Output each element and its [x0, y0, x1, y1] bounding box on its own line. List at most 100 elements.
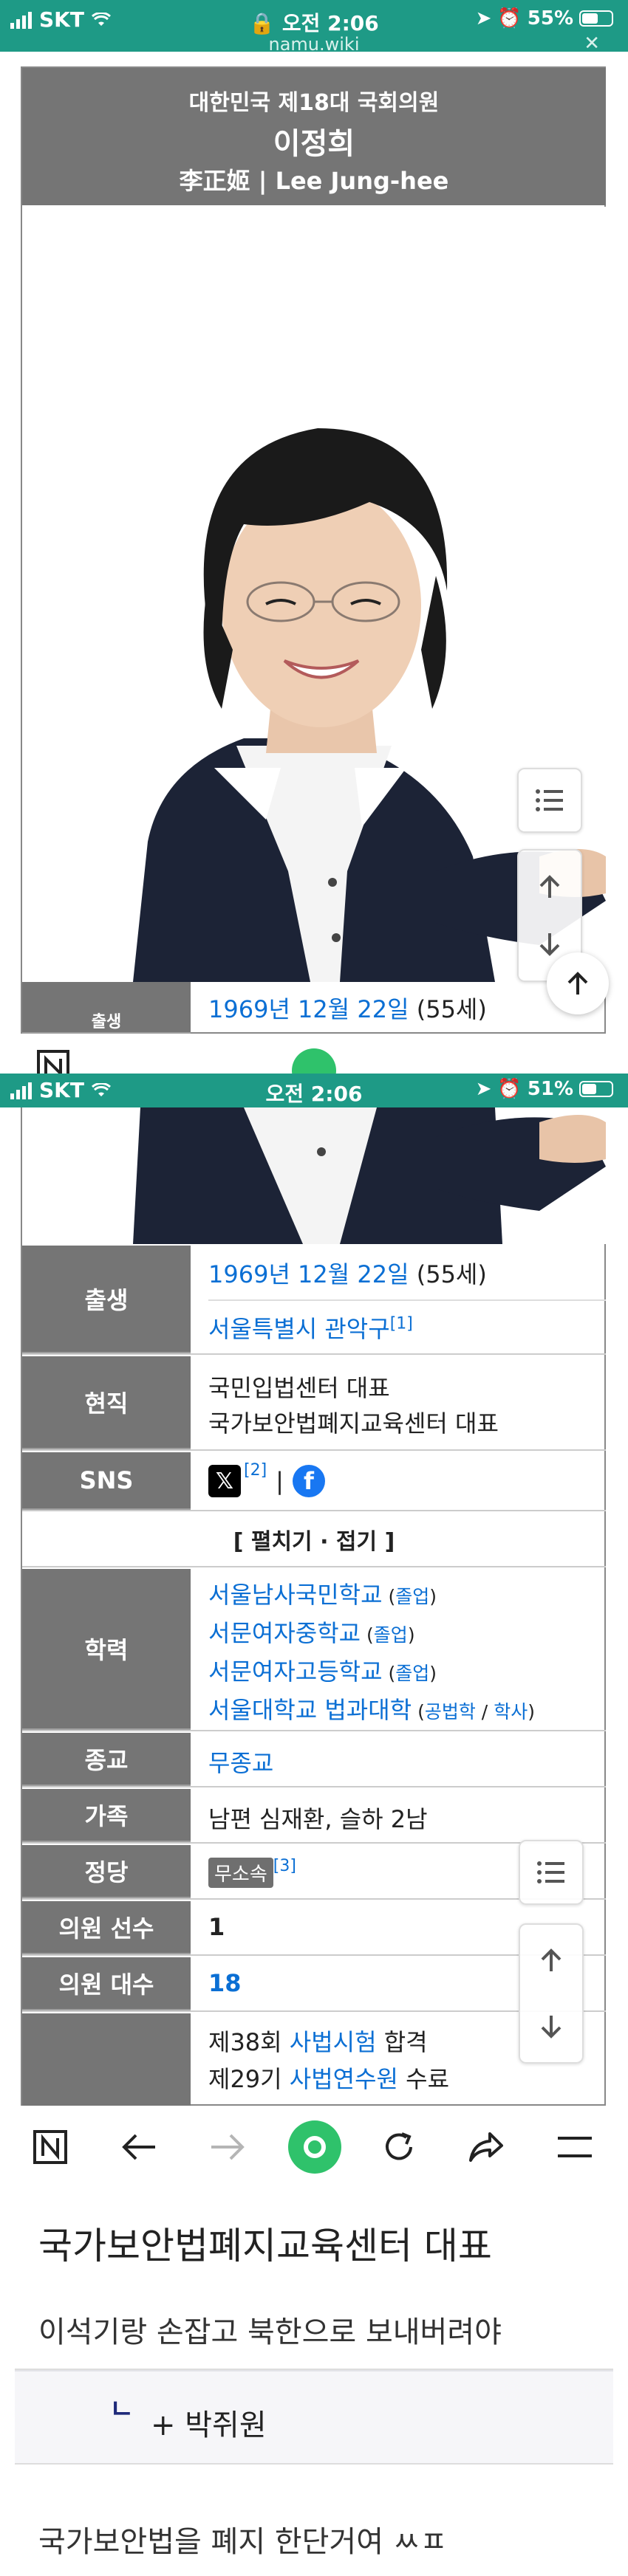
education-item: 서울남사국민학교 (졸업)	[208, 1581, 437, 1609]
status-bar-bottom: SKT 오전 2:06 ➤ ⏰ 51%	[0, 1074, 628, 1107]
reply-arrow-icon: ㄴ	[109, 2394, 134, 2425]
status-bar-top: SKT 🔒 오전 2:06 ➤ ⏰ 55% namu.wiki ✕	[0, 0, 628, 55]
school-link[interactable]: 서문여자중학교	[208, 1619, 361, 1647]
value-current: 국민입법센터 대표 국가보안법폐지교육센터 대표	[208, 1356, 598, 1449]
scroll-buttons-bottom[interactable]	[519, 1923, 584, 2064]
label-assembly: 의원 대수	[22, 1957, 191, 2010]
arrow-down-icon[interactable]	[539, 2014, 564, 2039]
portrait-photo-bottom	[22, 1107, 606, 1244]
label-religion: 종교	[22, 1733, 191, 1786]
lock-icon: 🔒	[249, 11, 276, 35]
reload-button[interactable]	[378, 2126, 420, 2168]
status-right: ➤ ⏰ 55%	[476, 7, 613, 30]
birth-divider	[208, 1299, 606, 1301]
label-terms: 의원 선수	[22, 1901, 191, 1954]
home-button[interactable]	[288, 2120, 341, 2174]
arrow-down-icon[interactable]	[537, 932, 562, 957]
note-link[interactable]: 졸업	[374, 1624, 408, 1646]
close-icon[interactable]: ✕	[584, 32, 600, 55]
x-logo-icon[interactable]: 𝕏	[208, 1465, 241, 1497]
home-n-button[interactable]	[30, 2126, 71, 2168]
label-career	[22, 2013, 191, 2106]
location-icon: ➤	[475, 7, 492, 30]
comment-divider	[15, 2463, 613, 2465]
peek-date-link[interactable]: 1969년 12월 22일	[208, 995, 409, 1023]
education-item: 서문여자고등학교 (졸업)	[208, 1658, 437, 1686]
note-link[interactable]: 학사	[494, 1701, 528, 1723]
toc-icon	[537, 1861, 564, 1883]
infobox-name-alt: 李正姬 | Lee Jung-hee	[179, 167, 449, 195]
footnote-1[interactable]: [1]	[390, 1314, 413, 1333]
label-current: 현직	[22, 1356, 191, 1449]
label-party: 정당	[22, 1845, 191, 1898]
menu-icon	[558, 2137, 592, 2157]
alarm-icon: ⏰	[497, 7, 522, 30]
note-link[interactable]: 졸업	[395, 1663, 429, 1684]
education-item: 서울대학교 법과대학 (공법학 / 학사)	[208, 1696, 535, 1724]
reply-text: + 박쥐원	[151, 2408, 267, 2442]
arrow-up-icon[interactable]	[539, 1948, 564, 1973]
row-sns: SNS 𝕏 [2] | f	[22, 1452, 606, 1511]
comment-text-2: 국가보안법을 폐지 한단거여 ㅆㅍ	[38, 2525, 448, 2559]
assembly-link[interactable]: 18	[208, 1969, 242, 1997]
note-link[interactable]: 졸업	[395, 1586, 429, 1607]
back-button[interactable]	[118, 2126, 160, 2168]
label-birth: 출생	[22, 1246, 191, 1353]
row-current: 현직 국민입법센터 대표 국가보안법폐지교육센터 대표	[22, 1356, 606, 1451]
current-line2: 국가보안법폐지교육센터 대표	[208, 1409, 499, 1438]
religion-value[interactable]: 무종교	[208, 1749, 273, 1777]
toc-button-bottom[interactable]	[519, 1840, 584, 1905]
toc-icon	[536, 789, 563, 811]
toc-button-top[interactable]	[517, 768, 582, 833]
home-n-icon	[37, 1050, 69, 1074]
infobox-header: 대한민국 제18대 국회의원 이정희 李正姬 | Lee Jung-hee	[22, 68, 606, 205]
birth-place-link[interactable]: 서울특별시 관악구	[208, 1315, 390, 1343]
status-right-2: ➤ ⏰ 51%	[476, 1078, 613, 1100]
career-link[interactable]: 사법시험	[290, 2028, 377, 2056]
education-item: 서문여자중학교 (졸업)	[208, 1619, 415, 1647]
home-icon	[304, 2136, 326, 2158]
toggle-row[interactable]: [ 펼치기 · 접기 ]	[22, 1513, 606, 1567]
facebook-icon[interactable]: f	[292, 1465, 325, 1497]
battery-icon	[579, 1081, 613, 1097]
comment-text-1: 이석기랑 손잡고 북한으로 보내버려야	[38, 2315, 502, 2349]
infobox-name: 이정희	[273, 127, 355, 161]
current-line1: 국민입법센터 대표	[208, 1374, 390, 1402]
reply-item[interactable]: ㄴ + 박쥐원	[15, 2370, 613, 2465]
school-link[interactable]: 서울남사국민학교	[208, 1581, 383, 1609]
footnote-3[interactable]: [3]	[273, 1857, 296, 1875]
alarm-icon: ⏰	[497, 1078, 522, 1100]
share-button[interactable]	[465, 2126, 507, 2168]
clock-label: 오전 2:06	[281, 11, 379, 35]
school-link[interactable]: 서문여자고등학교	[208, 1658, 383, 1686]
back-icon	[122, 2134, 155, 2160]
home-icon[interactable]	[292, 1048, 336, 1074]
birth-date-link[interactable]: 1969년 12월 22일	[208, 1260, 409, 1288]
home-n-icon	[33, 2130, 67, 2164]
school-link[interactable]: 서울대학교 법과대학	[208, 1696, 412, 1724]
career-line1: 제38회 사법시험 합격	[208, 2028, 428, 2056]
row-family: 가족 남편 심재환, 슬하 2남	[22, 1789, 606, 1844]
peek-row: 출생 1969년 12월 22일 (55세)	[22, 982, 606, 1034]
battery-percent: 51%	[527, 1078, 573, 1100]
expand-collapse-toggle[interactable]: [ 펼치기 · 접기 ]	[233, 1523, 395, 1556]
address-url[interactable]: namu.wiki	[0, 34, 628, 55]
row-education: 학력 서울남사국민학교 (졸업) 서문여자중학교 (졸업) 서문여자고등학교 (…	[22, 1569, 606, 1731]
location-icon: ➤	[475, 1078, 492, 1100]
menu-button[interactable]	[554, 2126, 595, 2168]
religion-link[interactable]: 무종교	[208, 1745, 598, 1786]
peek-age: (55세)	[416, 995, 487, 1023]
note-link[interactable]: 공법학	[425, 1701, 476, 1723]
infobox-subtitle: 대한민국 제18대 국회의원	[188, 90, 440, 116]
family-value: 남편 심재환, 슬하 2남	[208, 1805, 428, 1833]
footnote-2[interactable]: [2]	[244, 1461, 267, 1480]
career-line2: 제29기 사법연수원 수료	[208, 2065, 450, 2093]
peek-label: 출생	[22, 982, 191, 1034]
forward-icon	[211, 2134, 245, 2160]
career-link[interactable]: 사법연수원	[290, 2065, 398, 2093]
comment-heading: 국가보안법폐지교육센터 대표	[38, 2225, 492, 2267]
arrow-up-icon[interactable]	[537, 874, 562, 899]
forward-button[interactable]	[207, 2126, 248, 2168]
battery-percent: 55%	[527, 7, 573, 30]
party-badge[interactable]: 무소속	[208, 1858, 273, 1889]
